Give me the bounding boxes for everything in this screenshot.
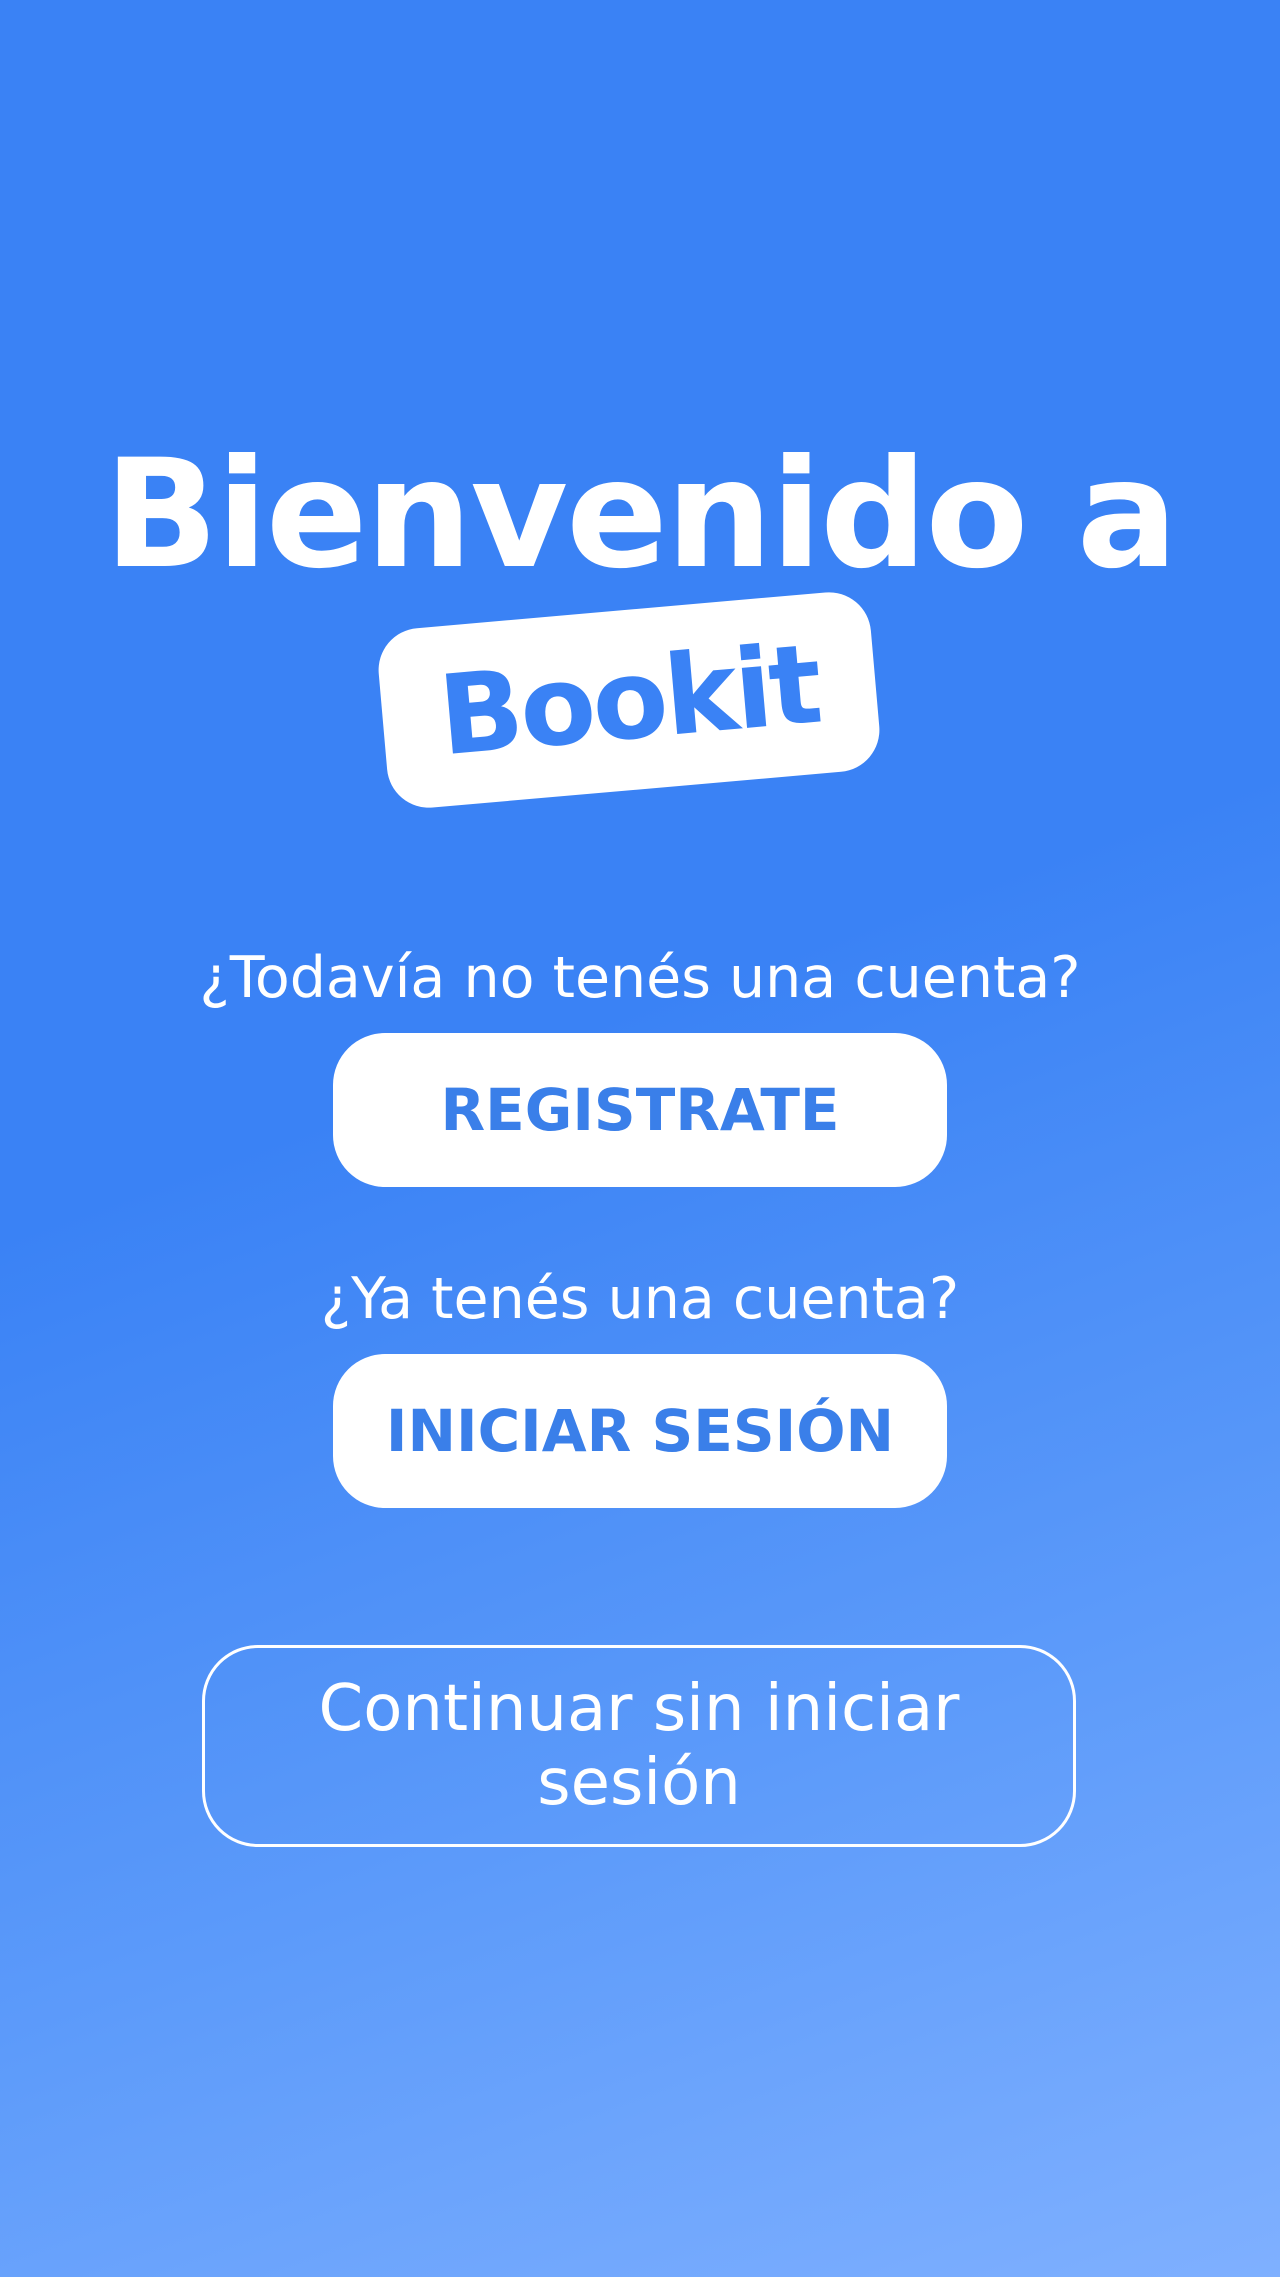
continue-as-guest-button[interactable]: Continuar sin iniciar sesión [202, 1645, 1076, 1847]
bookit-logo: Bookit [375, 588, 883, 812]
bookit-logo-text: Bookit [433, 619, 825, 781]
register-prompt: ¿Todavía no tenés una cuenta? [199, 945, 1081, 1011]
welcome-screen: Bienvenido a Bookit ¿Todavía no tenés un… [0, 0, 1280, 2277]
login-button[interactable]: INICIAR SESIÓN [333, 1354, 947, 1508]
welcome-title: Bienvenido a [104, 428, 1178, 602]
login-prompt: ¿Ya tenés una cuenta? [320, 1266, 960, 1332]
register-button[interactable]: REGISTRATE [333, 1033, 947, 1187]
